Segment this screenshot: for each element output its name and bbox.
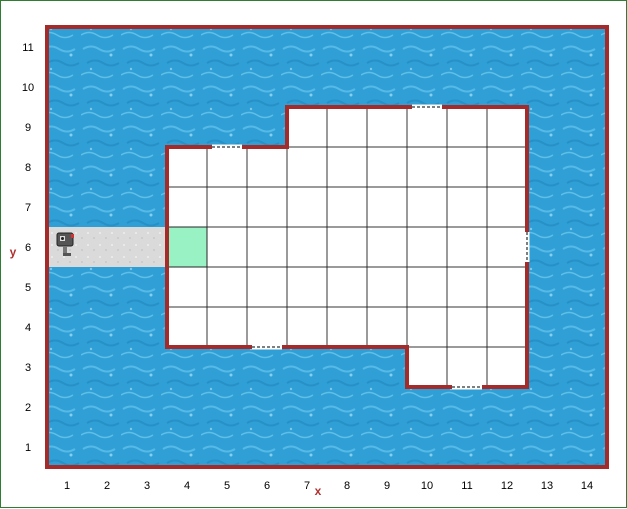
y-tick-label: 8 <box>25 162 31 174</box>
floor-cell[interactable] <box>447 267 487 307</box>
x-tick-label: 10 <box>421 480 433 492</box>
floor-cell[interactable] <box>167 307 207 347</box>
x-axis-ticks: 1 2 3 4 5 6 7 8 9 10 11 12 13 14 <box>64 480 593 492</box>
floor-cell[interactable] <box>447 347 487 387</box>
floor-cell[interactable] <box>327 307 367 347</box>
floor-cell[interactable] <box>367 267 407 307</box>
y-tick-label: 4 <box>25 322 31 334</box>
floor-cell[interactable] <box>407 147 447 187</box>
floor-cell[interactable] <box>367 147 407 187</box>
start-tile[interactable] <box>167 227 207 267</box>
x-tick-label: 14 <box>581 480 593 492</box>
x-axis-label: x <box>315 484 322 498</box>
floor-cell[interactable] <box>407 187 447 227</box>
floor-cell[interactable] <box>367 187 407 227</box>
y-tick-label: 10 <box>22 82 34 94</box>
floor-cell[interactable] <box>207 267 247 307</box>
y-tick-label: 3 <box>25 362 31 374</box>
floor-cell[interactable] <box>287 107 327 147</box>
floor-cell[interactable] <box>327 107 367 147</box>
floor-cell[interactable] <box>287 267 327 307</box>
x-tick-label: 6 <box>264 480 270 492</box>
floor-cell[interactable] <box>287 307 327 347</box>
floor-cell[interactable] <box>447 187 487 227</box>
floor-cell[interactable] <box>327 227 367 267</box>
path-cell <box>87 227 127 267</box>
floor-cell[interactable] <box>487 227 527 267</box>
floor-cell[interactable] <box>287 187 327 227</box>
floor-cell[interactable] <box>207 187 247 227</box>
floor-cell[interactable] <box>247 187 287 227</box>
floor-cell[interactable] <box>167 187 207 227</box>
x-tick-label: 7 <box>304 480 310 492</box>
floor-cell[interactable] <box>367 307 407 347</box>
floor-cell[interactable] <box>487 187 527 227</box>
x-tick-label: 13 <box>541 480 553 492</box>
floor-cell[interactable] <box>247 227 287 267</box>
game-frame: 1 2 3 4 5 6 7 8 9 10 11 12 13 14 1 2 3 4 5 6 7 8 9 10 11 x y <box>0 0 627 508</box>
floor-cell[interactable] <box>167 147 207 187</box>
floor-cell[interactable] <box>207 307 247 347</box>
y-tick-label: 9 <box>25 122 31 134</box>
x-tick-label: 11 <box>461 480 472 492</box>
floor-cell[interactable] <box>447 307 487 347</box>
floor-cell[interactable] <box>487 307 527 347</box>
x-tick-label: 3 <box>144 480 150 492</box>
floor-cell[interactable] <box>367 227 407 267</box>
x-tick-label: 8 <box>344 480 350 492</box>
path-cell <box>127 227 167 267</box>
y-tick-label: 6 <box>25 242 31 254</box>
floor-cell[interactable] <box>167 267 207 307</box>
floor-cell[interactable] <box>487 147 527 187</box>
y-tick-label: 5 <box>25 282 31 294</box>
game-board: 1 2 3 4 5 6 7 8 9 10 11 12 13 14 1234567891011 x y <box>10 25 609 498</box>
x-tick-label: 2 <box>104 480 110 492</box>
floor-cell[interactable] <box>447 147 487 187</box>
floor-cell[interactable] <box>287 227 327 267</box>
floor-cell[interactable] <box>327 267 367 307</box>
floor-cell[interactable] <box>207 147 247 187</box>
y-tick-label: 11 <box>22 42 33 54</box>
floor-cell[interactable] <box>247 267 287 307</box>
floor-cell[interactable] <box>207 227 247 267</box>
floor-cell[interactable] <box>487 267 527 307</box>
floor-cell[interactable] <box>447 107 487 147</box>
y-tick-label: 1 <box>25 442 31 454</box>
x-tick-label: 12 <box>501 480 513 492</box>
floor-cell[interactable] <box>407 267 447 307</box>
x-tick-label: 9 <box>384 480 390 492</box>
floor-cell[interactable] <box>407 107 447 147</box>
y-axis-label: y <box>10 245 17 259</box>
start-layer <box>167 227 207 267</box>
floor-cell[interactable] <box>447 227 487 267</box>
x-tick-label: 4 <box>184 480 190 492</box>
floor-cell[interactable] <box>487 347 527 387</box>
floor-cell[interactable] <box>367 107 407 147</box>
floor-cell[interactable] <box>407 347 447 387</box>
floor-cell[interactable] <box>407 307 447 347</box>
floor-cell[interactable] <box>487 107 527 147</box>
y-tick-label: 7 <box>25 202 31 214</box>
y-tick-label: 2 <box>25 402 31 414</box>
x-tick-label: 5 <box>224 480 230 492</box>
y-axis-ticks: 1 2 3 4 5 6 7 8 9 10 11 <box>22 42 34 454</box>
floor-cell[interactable] <box>287 147 327 187</box>
floor-cell[interactable] <box>407 227 447 267</box>
floor-cell[interactable] <box>327 147 367 187</box>
floor-cell[interactable] <box>247 147 287 187</box>
floor-cell[interactable] <box>327 187 367 227</box>
x-tick-label: 1 <box>64 480 70 492</box>
floor-cell[interactable] <box>247 307 287 347</box>
